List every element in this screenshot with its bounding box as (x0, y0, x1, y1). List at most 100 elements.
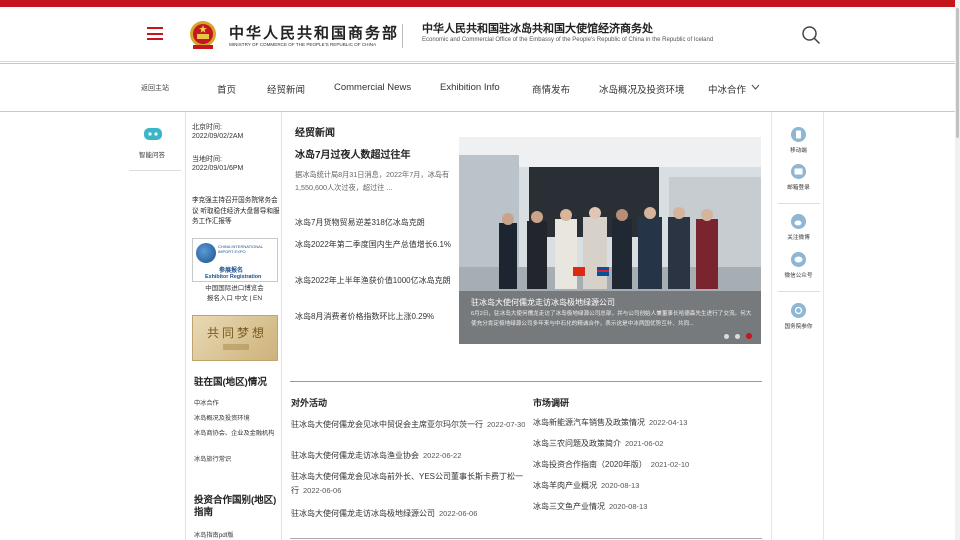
market-title[interactable]: 冰岛三农问题及政策简介 (533, 439, 621, 448)
market-item[interactable]: 冰岛投资合作指南（2020年版） 2021-02-10 (533, 458, 689, 472)
feature-news-link[interactable]: 李克强主持召开国务院常务会议 听取稳住经济大盘督导和服务工作汇报等 (192, 196, 280, 228)
hero-title[interactable]: 驻冰岛大使何儒龙走访冰岛极地绿源公司 (471, 297, 615, 308)
dream-banner-ornament (223, 344, 249, 350)
email-login-link[interactable]: 邮箱登录 (772, 164, 825, 191)
expo-name-en: CHINA INTERNATIONAL IMPORT EXPO (218, 244, 263, 254)
market-title[interactable]: 冰岛新能源汽车销售及政策情况 (533, 418, 645, 427)
activity-title[interactable]: 驻冰岛大使何儒龙走访冰岛极地绿源公司 (291, 509, 435, 518)
activity-item[interactable]: 驻冰岛大使何儒龙会见冰中贸促会主席亚尔玛尔茨一行 2022-07-30 (291, 418, 526, 432)
nav-item-china-iceland-cooperation[interactable]: 中冰合作 (708, 82, 746, 96)
scrollbar-thumb[interactable] (956, 8, 959, 138)
dream-banner-text: 共同梦想 (207, 326, 268, 340)
beijing-time-label: 北京时间: (192, 124, 222, 131)
state-council-label: 国务院参你 (784, 324, 813, 330)
market-date: 2020-08-13 (601, 481, 640, 490)
country-link[interactable]: 中冰合作 (194, 399, 280, 408)
market-date: 2021-02-10 (650, 460, 690, 469)
activity-title[interactable]: 驻冰岛大使何儒龙走访冰岛渔业协会 (291, 451, 419, 460)
expo-register-en: Exhibitor Registration (205, 274, 262, 280)
activity-date: 2022-07-30 (487, 420, 526, 429)
country-info-heading: 驻在国(地区)情况 (194, 377, 267, 388)
expo-caption-links[interactable]: 报名入口 中文 | EN (186, 294, 283, 304)
sidebar: 北京时间: 2022/09/02/2AM 当地时间: 2022/09/01/6P… (185, 112, 282, 540)
expo-registration-banner[interactable]: CHINA INTERNATIONAL IMPORT EXPO 参展报名 Exh… (192, 238, 278, 282)
weibo-icon (791, 214, 806, 229)
news-item[interactable]: 冰岛8月消费者价格指数环比上涨0.29% (295, 310, 455, 323)
nav-item-exhibition-info[interactable]: Exhibition Info (440, 82, 500, 93)
activity-item[interactable]: 驻冰岛大使何儒龙会见冰岛前外长、YES公司董事长斯卡费丁松一行 2022-06-0… (291, 470, 526, 498)
activities-heading: 对外活动 (291, 398, 328, 408)
hero-carousel[interactable]: 驻冰岛大使何儒龙走访冰岛极地绿源公司 6月2日，驻冰岛大使何儒龙走访了冰岛极地绿… (459, 137, 761, 344)
activity-date: 2022-06-22 (423, 451, 462, 460)
market-title[interactable]: 冰岛羊肉产业概况 (533, 481, 597, 490)
expo-logo-icon (196, 243, 216, 263)
right-rail: 移动端 邮箱登录 关注微博 微信公众号 国务院参你 (771, 112, 824, 540)
market-item[interactable]: 冰岛新能源汽车销售及政策情况 2022-04-13 (533, 416, 687, 430)
mobile-link[interactable]: 移动端 (772, 127, 825, 154)
carousel-dot[interactable] (724, 334, 729, 339)
chevron-down-icon[interactable] (751, 83, 760, 91)
activity-item[interactable]: 驻冰岛大使何儒龙走访冰岛渔业协会 2022-06-22 (291, 449, 526, 463)
main-nav: 返回主站 首页 经贸新闻 Commercial News Exhibition … (0, 63, 960, 112)
at-sign-icon (791, 303, 806, 318)
wechat-icon (791, 252, 806, 267)
market-date: 2021-06-02 (625, 439, 664, 448)
nav-item-home[interactable]: 首页 (217, 82, 236, 96)
common-dream-banner[interactable]: 共同梦想 (192, 315, 278, 361)
email-login-label: 邮箱登录 (787, 185, 810, 191)
market-title[interactable]: 冰岛投资合作指南（2020年版） (533, 460, 647, 469)
activity-date: 2022-06-06 (439, 509, 478, 518)
activity-item[interactable]: 驻冰岛大使何儒龙走访冰岛极地绿源公司 2022-06-06 (291, 507, 526, 521)
headline-link[interactable]: 冰岛7月过夜人数超过往年 (295, 146, 411, 161)
robot-assistant-icon[interactable] (143, 126, 163, 142)
activity-date: 2022-06-06 (303, 486, 342, 495)
top-accent-bar (0, 0, 960, 7)
headline-summary: 据冰岛统计局8月31日消息，2022年7月，冰岛有1,550,600人次过夜，超… (295, 170, 450, 192)
divider (778, 291, 820, 292)
nav-item-business-info[interactable]: 商情发布 (532, 82, 570, 96)
nav-item-trade-news[interactable]: 经贸新闻 (267, 82, 305, 96)
mobile-label: 移动端 (790, 148, 807, 154)
trade-news-heading: 经贸新闻 (295, 128, 335, 139)
nav-back-to-main-site[interactable]: 返回主站 (141, 83, 169, 93)
weibo-label: 关注微博 (787, 235, 810, 241)
carousel-dot[interactable] (735, 334, 740, 339)
section-divider (290, 538, 762, 539)
weibo-link[interactable]: 关注微博 (772, 214, 825, 241)
wechat-label: 微信公众号 (784, 273, 813, 279)
market-research-heading: 市场调研 (533, 398, 570, 408)
market-item[interactable]: 冰岛羊肉产业概况 2020-08-13 (533, 479, 639, 493)
expo-register-cn: 参展报名 (219, 268, 244, 274)
nav-item-commercial-news[interactable]: Commercial News (334, 82, 411, 93)
market-title[interactable]: 冰岛三文鱼产业情况 (533, 502, 605, 511)
investment-guide-heading: 投资合作国别(地区)指南 (194, 495, 277, 518)
market-item[interactable]: 冰岛三文鱼产业情况 2020-08-13 (533, 500, 647, 514)
divider (778, 203, 820, 204)
search-icon[interactable] (801, 25, 821, 45)
local-time-value: 2022/09/01/6PM (192, 165, 244, 172)
hamburger-menu-icon[interactable] (147, 27, 163, 40)
news-item[interactable]: 冰岛7月货物贸易逆差318亿冰岛克朗 (295, 216, 455, 229)
wechat-link[interactable]: 微信公众号 (772, 252, 825, 279)
beijing-time-value: 2022/09/02/2AM (192, 133, 244, 140)
ministry-logo-en: MINISTRY OF COMMERCE OF THE PEOPLE'S REP… (229, 42, 377, 47)
news-item[interactable]: 冰岛2022年第二季度国内生产总值增长6.1% (295, 238, 455, 251)
nav-item-iceland-overview[interactable]: 冰岛概况及投资环境 (599, 82, 685, 96)
national-emblem-icon[interactable] (189, 19, 217, 50)
expo-caption: 中国国际进口博览会 报名入口 中文 | EN (186, 284, 283, 304)
state-council-link[interactable]: 国务院参你 (772, 303, 825, 330)
local-time-label: 当地时间: (192, 156, 222, 163)
country-link[interactable]: 冰岛旅行常识 (194, 455, 280, 464)
site-header: 中华人民共和国商务部 MINISTRY OF COMMERCE OF THE P… (0, 7, 960, 62)
guide-link[interactable]: 冰岛指南pdf版 (194, 531, 280, 540)
news-item[interactable]: 冰岛2022年上半年渔获价值1000亿冰岛克朗 (295, 274, 455, 287)
embassy-title-cn: 中华人民共和国驻冰岛共和国大使馆经济商务处 (422, 23, 653, 35)
country-link[interactable]: 冰岛商协会、企业及金融机构 (194, 429, 280, 438)
ministry-logo-cn[interactable]: 中华人民共和国商务部 (229, 22, 399, 43)
left-rail: 智能问答 (127, 112, 183, 540)
activity-title[interactable]: 驻冰岛大使何儒龙会见冰中贸促会主席亚尔玛尔茨一行 (291, 420, 483, 429)
carousel-dot-active[interactable] (746, 333, 752, 339)
smart-qa-label[interactable]: 智能问答 (139, 149, 165, 159)
market-item[interactable]: 冰岛三农问题及政策简介 2021-06-02 (533, 437, 663, 451)
country-link[interactable]: 冰岛概况及投资环境 (194, 414, 280, 423)
